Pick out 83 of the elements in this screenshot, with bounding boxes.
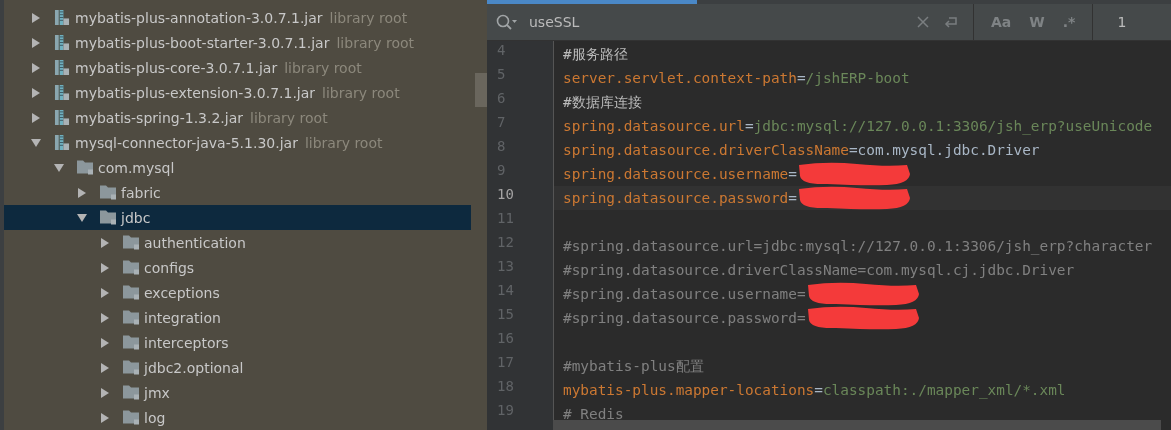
tree-item[interactable]: configs: [4, 255, 471, 280]
expand-arrow-icon[interactable]: [30, 111, 42, 124]
code-text: server.servlet.context-path: [563, 70, 797, 86]
expand-arrow-icon[interactable]: [99, 236, 111, 249]
expand-arrow-icon[interactable]: [30, 36, 42, 49]
expand-arrow-icon[interactable]: [30, 86, 42, 99]
expand-arrow-icon[interactable]: [76, 186, 88, 199]
code-text: =: [796, 70, 806, 86]
line-number: 10: [496, 186, 515, 204]
tree-item[interactable]: mybatis-spring-1.3.2.jar library root: [4, 105, 471, 130]
code-text: com.mysql.jdbc.Driver: [857, 142, 1040, 158]
tree-item[interactable]: jdbc2.optional: [4, 355, 471, 380]
collapse-arrow-icon[interactable]: [53, 161, 65, 174]
tree-item[interactable]: authentication: [4, 230, 471, 255]
code-text: #数据库连接: [563, 92, 642, 112]
code-text: #spring.datasource.driverClassName=com.mysql.cj.jdbc.Driver: [563, 262, 1075, 278]
collapse-arrow-icon[interactable]: [30, 136, 42, 149]
tree-item[interactable]: mybatis-plus-annotation-3.0.7.1.jar library root: [4, 5, 471, 30]
jar-icon: [54, 35, 70, 50]
expand-arrow-icon[interactable]: [99, 411, 111, 424]
scrollbar-thumb[interactable]: [553, 420, 1161, 430]
folder-icon: [123, 335, 139, 350]
jar-icon: [54, 85, 70, 100]
code-text: #服务路径: [563, 44, 628, 64]
folder-icon: [100, 210, 116, 225]
code-text: #mybatis-plus配置: [563, 356, 704, 376]
jar-icon: [54, 135, 70, 150]
folder-icon: [77, 160, 93, 175]
collapse-arrow-icon[interactable]: [76, 211, 88, 224]
code-text: /jshERP-boot: [805, 70, 910, 86]
match-count: 1: [1117, 14, 1127, 30]
tree-item[interactable]: jmx: [4, 380, 471, 405]
tree-item[interactable]: mybatis-plus-boot-starter-3.0.7.1.jar library root: [4, 30, 471, 55]
folder-icon: [123, 235, 139, 250]
code-text: spring.datasource.username: [563, 166, 789, 182]
search-field[interactable]: useSSL: [529, 14, 909, 30]
expand-arrow-icon[interactable]: [99, 361, 111, 374]
folder-icon: [100, 185, 116, 200]
tree-item[interactable]: exceptions: [4, 280, 471, 305]
code-text: =: [788, 190, 797, 206]
tree-item[interactable]: mysql-connector-java-5.1.30.jar library root: [4, 130, 471, 155]
code-text: =: [744, 118, 754, 134]
code-text: #spring.datasource.password=: [563, 310, 806, 326]
expand-arrow-icon[interactable]: [99, 311, 111, 324]
folder-icon: [123, 260, 139, 275]
code-text: jdbc:mysql://127.0.0.1:3306/jsh_erp?useUnicode: [753, 118, 1153, 134]
code-text: #spring.datasource.url=jdbc:mysql://127.0.0.1:3306/jsh_erp?character: [563, 238, 1153, 254]
expand-arrow-icon[interactable]: [99, 386, 111, 399]
jar-icon: [54, 110, 70, 125]
tree-item[interactable]: com.mysql: [4, 155, 471, 180]
code-text: spring.datasource.driverClassName: [563, 142, 849, 158]
code-text: spring.datasource.url: [563, 118, 745, 134]
enter-arrow-icon[interactable]: [943, 14, 959, 30]
jar-icon: [54, 10, 70, 25]
tree-item[interactable]: log: [4, 405, 471, 430]
code-text: =: [848, 142, 858, 158]
code-text: =: [814, 382, 823, 398]
tree-item[interactable]: mybatis-plus-core-3.0.7.1.jar library root: [4, 55, 471, 80]
scrollbar-thumb[interactable]: [475, 73, 487, 107]
code-text: spring.datasource.password: [563, 190, 789, 206]
jar-icon: [54, 60, 70, 75]
code-text: =: [788, 166, 797, 182]
expand-arrow-icon[interactable]: [99, 286, 111, 299]
search-icon[interactable]: [495, 13, 519, 31]
expand-arrow-icon[interactable]: [30, 11, 42, 24]
code-text: # Redis: [563, 406, 624, 422]
expand-arrow-icon[interactable]: [99, 261, 111, 274]
tree-item[interactable]: jdbc: [4, 205, 471, 230]
expand-arrow-icon[interactable]: [30, 61, 42, 74]
tree-item[interactable]: integration: [4, 305, 471, 330]
folder-icon: [123, 310, 139, 325]
expand-arrow-icon[interactable]: [99, 336, 111, 349]
code-text: mybatis-plus.mapper-locations: [563, 382, 815, 398]
close-icon[interactable]: [915, 14, 931, 30]
tree-item[interactable]: mybatis-plus-extension-3.0.7.1.jar library root: [4, 80, 471, 105]
tree-item[interactable]: interceptors: [4, 330, 471, 355]
tree-item[interactable]: fabric: [4, 180, 471, 205]
folder-icon: [123, 285, 139, 300]
code-text: classpath:./mapper_xml/*.xml: [822, 382, 1066, 398]
folder-icon: [123, 410, 139, 425]
folder-icon: [123, 385, 139, 400]
code-text: #spring.datasource.username=: [563, 286, 806, 302]
folder-icon: [123, 360, 139, 375]
